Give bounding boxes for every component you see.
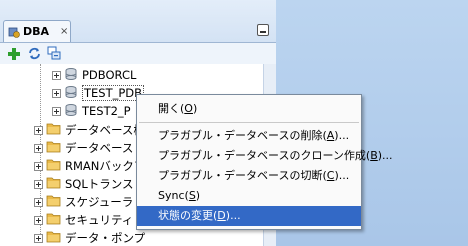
folder-icon bbox=[46, 140, 61, 156]
tree-node-test2-pdb[interactable]: TEST2_P bbox=[52, 102, 131, 120]
tree-folder-label: データベース構 bbox=[65, 123, 145, 137]
tree-folder-label: セキュリティ bbox=[65, 213, 134, 227]
menu-item-text: )... bbox=[377, 149, 393, 162]
tab-label: DBA bbox=[23, 25, 50, 38]
menu-item-clone-pdb[interactable]: プラガブル・データベースのクローン作成(B)... bbox=[137, 146, 393, 166]
tree-folder-item[interactable]: データ・ポンプ bbox=[34, 229, 145, 246]
tree-folder-label: データベース・ bbox=[65, 141, 145, 155]
refresh-button[interactable] bbox=[26, 46, 42, 62]
menu-item-unplug-pdb[interactable]: プラガブル・データベースの切断(C)... bbox=[137, 166, 361, 186]
database-icon bbox=[64, 85, 78, 102]
tree-folder-item[interactable]: データベース構 bbox=[34, 121, 145, 139]
tree-node-pdborcl[interactable]: PDBORCL bbox=[52, 66, 136, 84]
menu-mnemonic: S bbox=[188, 189, 196, 202]
tree-folder-item[interactable]: スケジューラ bbox=[34, 193, 133, 211]
menu-item-change-state[interactable]: 状態の変更(D)... bbox=[137, 206, 361, 226]
dba-icon bbox=[8, 26, 20, 38]
tree-folder-label: データ・ポンプ bbox=[65, 231, 146, 245]
tree-folder-item[interactable]: データベース・ bbox=[34, 139, 145, 157]
expand-icon[interactable] bbox=[52, 106, 61, 116]
menu-item-text: 状態の変更( bbox=[158, 209, 218, 222]
minimize-button[interactable] bbox=[257, 24, 269, 36]
tree-folder-label: スケジューラ bbox=[65, 195, 134, 209]
folder-icon bbox=[46, 230, 61, 246]
tree-folder-item[interactable]: SQLトランスレ bbox=[34, 175, 145, 193]
tree-folder-label: RMANバックア bbox=[65, 159, 146, 173]
menu-item-drop-pdb[interactable]: プラガブル・データベースの削除(A)... bbox=[137, 126, 361, 146]
menu-item-text: )... bbox=[334, 169, 350, 182]
menu-mnemonic: O bbox=[184, 102, 193, 115]
folder-icon bbox=[46, 194, 61, 210]
menu-item-text: )... bbox=[334, 129, 350, 142]
panel-toolbar bbox=[0, 42, 276, 64]
expand-icon[interactable] bbox=[34, 233, 43, 243]
tree-node-label: TEST2_P bbox=[82, 104, 131, 118]
folder-icon bbox=[46, 176, 61, 192]
tree-node-label: TEST_PDB bbox=[82, 85, 145, 101]
panel-tabbar: DBA × bbox=[0, 0, 276, 44]
menu-item-sync[interactable]: Sync(S) bbox=[137, 186, 361, 206]
menu-item-text: プラガブル・データベースの削除( bbox=[158, 129, 327, 142]
collapse-all-button[interactable] bbox=[46, 46, 62, 62]
expand-icon[interactable] bbox=[34, 125, 43, 135]
menu-item-text: ) bbox=[192, 102, 198, 115]
menu-item-text: )... bbox=[225, 209, 241, 222]
add-connection-button[interactable] bbox=[6, 46, 22, 62]
database-icon bbox=[64, 67, 78, 84]
tree-folder-item[interactable]: RMANバックア bbox=[34, 157, 145, 175]
menu-mnemonic: B bbox=[370, 149, 378, 162]
tree-folder-item[interactable]: セキュリティ bbox=[34, 211, 133, 229]
expand-icon[interactable] bbox=[34, 197, 43, 207]
menu-item-text: プラガブル・データベースの切断( bbox=[158, 169, 327, 182]
expand-icon[interactable] bbox=[52, 88, 61, 98]
expand-icon[interactable] bbox=[34, 143, 43, 153]
folder-icon bbox=[46, 122, 61, 138]
menu-item-text: ) bbox=[195, 189, 201, 202]
context-menu: 開く(O) プラガブル・データベースの削除(A)... プラガブル・データベース… bbox=[136, 94, 393, 230]
tab-close-icon[interactable]: × bbox=[60, 26, 68, 37]
menu-mnemonic: D bbox=[217, 209, 226, 222]
expand-icon[interactable] bbox=[34, 161, 43, 171]
expand-icon[interactable] bbox=[34, 179, 43, 189]
tab-dba[interactable]: DBA × bbox=[3, 20, 71, 42]
menu-item-text: Sync( bbox=[158, 189, 189, 202]
tree-node-label: PDBORCL bbox=[82, 68, 137, 82]
folder-icon bbox=[46, 158, 61, 174]
folder-icon bbox=[46, 212, 61, 228]
menu-separator bbox=[139, 122, 359, 123]
menu-item-open[interactable]: 開く(O) bbox=[137, 99, 361, 119]
menu-item-text: プラガブル・データベースのクローン作成( bbox=[158, 149, 371, 162]
database-icon bbox=[64, 103, 78, 120]
menu-item-text: 開く( bbox=[158, 102, 185, 115]
tree-folder-label: SQLトランスレ bbox=[65, 177, 146, 191]
expand-icon[interactable] bbox=[52, 70, 61, 80]
tree-node-test-pdb[interactable]: TEST_PDB bbox=[52, 84, 145, 102]
expand-icon[interactable] bbox=[34, 215, 43, 225]
